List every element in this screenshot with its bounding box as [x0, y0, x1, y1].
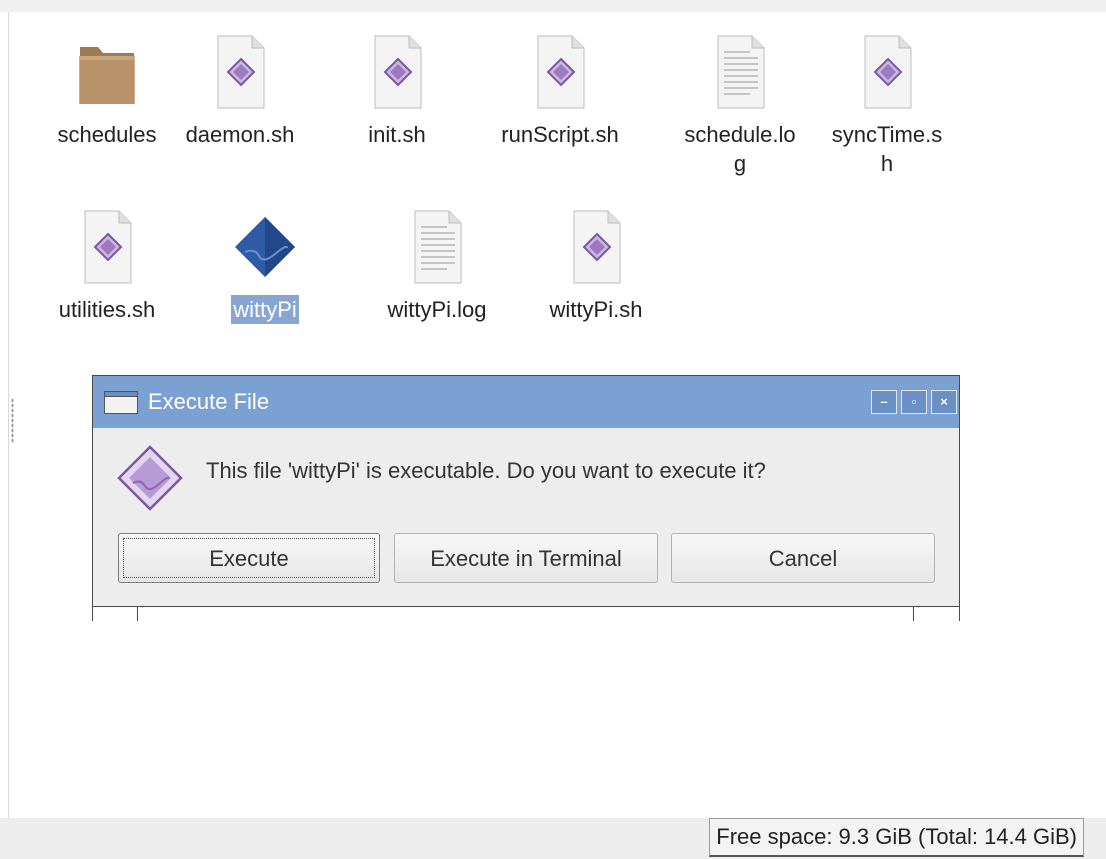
cancel-button[interactable]: Cancel: [671, 533, 935, 583]
status-bar: Free space: 9.3 GiB (Total: 14.4 GiB): [0, 818, 1106, 859]
file-name: schedule.log: [684, 122, 796, 176]
file-item-wittypi[interactable]: wittyPi: [195, 207, 335, 324]
divider: [137, 607, 138, 621]
file-item-runscript-sh[interactable]: runScript.sh: [490, 32, 630, 149]
file-item-schedules[interactable]: schedules: [37, 32, 177, 149]
folder-icon: [79, 47, 135, 104]
script-icon: [374, 35, 422, 109]
window-icon: [104, 391, 138, 414]
file-name: wittyPi.sh: [549, 297, 643, 322]
file-item-synctime-sh[interactable]: syncTime.sh: [825, 32, 949, 178]
file-item-init-sh[interactable]: init.sh: [327, 32, 467, 149]
dialog-title: Execute File: [148, 389, 270, 414]
script-icon: [573, 210, 621, 284]
file-item-utilities-sh[interactable]: utilities.sh: [37, 207, 177, 324]
dialog-bottom-strip: [93, 606, 959, 621]
file-item-wittypi-sh[interactable]: wittyPi.sh: [526, 207, 666, 324]
file-name: runScript.sh: [501, 122, 619, 147]
script-icon: [217, 35, 265, 109]
script-icon: [864, 35, 912, 109]
file-item-wittypi-log[interactable]: wittyPi.log: [367, 207, 507, 324]
script-icon: [117, 445, 183, 511]
file-name: init.sh: [368, 122, 426, 147]
minimize-button[interactable]: –: [871, 390, 897, 414]
script-icon: [537, 35, 585, 109]
file-name: daemon.sh: [185, 122, 295, 147]
dialog-message: This file 'wittyPi' is executable. Do yo…: [206, 458, 766, 483]
maximize-button[interactable]: ▫: [901, 390, 927, 414]
execute-in-terminal-button[interactable]: Execute in Terminal: [394, 533, 658, 583]
execute-button[interactable]: Execute: [118, 533, 380, 583]
file-name: schedules: [57, 122, 157, 147]
file-item-schedule-log[interactable]: schedule.log: [678, 32, 802, 178]
file-name: wittyPi: [231, 295, 299, 324]
text-file-icon: [717, 35, 765, 109]
close-button[interactable]: ×: [931, 390, 957, 414]
script-icon: [84, 210, 132, 284]
file-name: wittyPi.log: [387, 297, 487, 322]
free-space-label: Free space: 9.3 GiB (Total: 14.4 GiB): [709, 818, 1084, 857]
file-name: syncTime.sh: [831, 122, 943, 176]
dialog-titlebar[interactable]: Execute File – ▫ ×: [93, 376, 959, 428]
file-item-daemon-sh[interactable]: daemon.sh: [170, 32, 310, 149]
text-file-icon: [414, 210, 462, 284]
executable-icon: [235, 217, 295, 277]
file-name: utilities.sh: [58, 297, 156, 322]
top-strip: [0, 0, 1106, 12]
left-pane-edge: [8, 12, 9, 818]
divider: [913, 607, 914, 621]
execute-file-dialog: Execute File – ▫ × This file 'wittyPi' i…: [92, 375, 960, 621]
